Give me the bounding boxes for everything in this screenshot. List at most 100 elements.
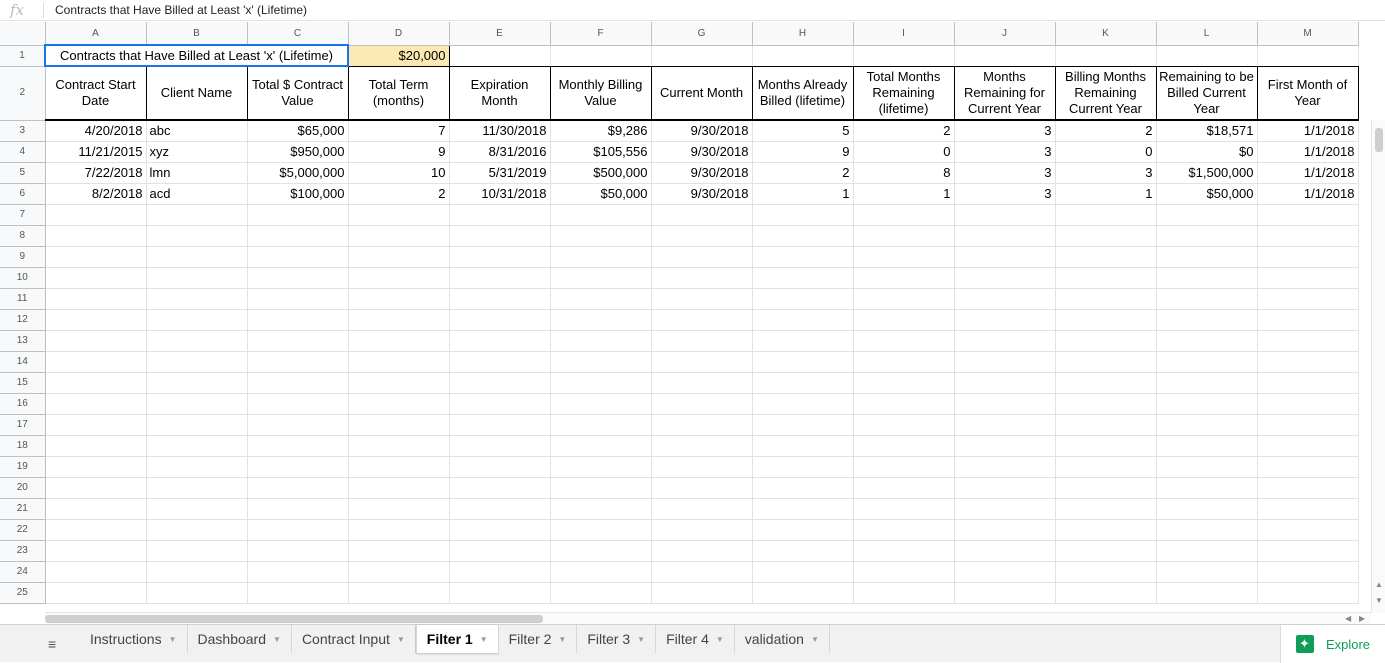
- row-header-12[interactable]: 12: [0, 309, 46, 331]
- empty-cell[interactable]: [1055, 498, 1157, 520]
- empty-cell[interactable]: [853, 45, 955, 67]
- caret-down-icon[interactable]: ▼: [716, 635, 724, 644]
- empty-cell[interactable]: [550, 477, 652, 499]
- empty-cell[interactable]: [1055, 582, 1157, 604]
- data-cell-d[interactable]: 7: [348, 120, 450, 142]
- empty-cell[interactable]: [550, 204, 652, 226]
- data-cell-e[interactable]: 11/30/2018: [449, 120, 551, 142]
- data-cell-l[interactable]: $50,000: [1156, 183, 1258, 205]
- data-cell-m[interactable]: 1/1/2018: [1257, 120, 1359, 142]
- empty-cell[interactable]: [146, 498, 248, 520]
- empty-cell[interactable]: [853, 225, 955, 247]
- row-header-14[interactable]: 14: [0, 351, 46, 373]
- empty-cell[interactable]: [247, 393, 349, 415]
- empty-cell[interactable]: [1156, 351, 1258, 373]
- empty-cell[interactable]: [651, 372, 753, 394]
- column-header-b[interactable]: B: [146, 22, 248, 46]
- empty-cell[interactable]: [1257, 519, 1359, 541]
- empty-cell[interactable]: [247, 456, 349, 478]
- row-header-16[interactable]: 16: [0, 393, 46, 415]
- empty-cell[interactable]: [853, 309, 955, 331]
- data-cell-f[interactable]: $105,556: [550, 141, 652, 163]
- data-cell-m[interactable]: 1/1/2018: [1257, 141, 1359, 163]
- empty-cell[interactable]: [449, 267, 551, 289]
- report-title-cell[interactable]: Contracts that Have Billed at Least 'x' …: [44, 44, 349, 67]
- empty-cell[interactable]: [550, 267, 652, 289]
- empty-cell[interactable]: [550, 456, 652, 478]
- empty-cell[interactable]: [348, 372, 450, 394]
- column-header-e[interactable]: E: [449, 22, 551, 46]
- data-cell-a[interactable]: 8/2/2018: [45, 183, 147, 205]
- empty-cell[interactable]: [1055, 246, 1157, 268]
- column-header-d[interactable]: D: [348, 22, 450, 46]
- data-cell-j[interactable]: 3: [954, 183, 1056, 205]
- row-header-18[interactable]: 18: [0, 435, 46, 457]
- row-header-21[interactable]: 21: [0, 498, 46, 520]
- row-header-9[interactable]: 9: [0, 246, 46, 268]
- empty-cell[interactable]: [1156, 519, 1258, 541]
- empty-cell[interactable]: [1257, 414, 1359, 436]
- data-cell-b[interactable]: lmn: [146, 162, 248, 184]
- empty-cell[interactable]: [1257, 330, 1359, 352]
- empty-cell[interactable]: [1257, 204, 1359, 226]
- row-header-3[interactable]: 3: [0, 120, 46, 142]
- empty-cell[interactable]: [651, 456, 753, 478]
- data-cell-g[interactable]: 9/30/2018: [651, 183, 753, 205]
- empty-cell[interactable]: [146, 456, 248, 478]
- header-cell-k[interactable]: Billing Months Remaining Current Year: [1055, 65, 1157, 121]
- empty-cell[interactable]: [1257, 372, 1359, 394]
- data-cell-h[interactable]: 1: [752, 183, 854, 205]
- data-cell-j[interactable]: 3: [954, 162, 1056, 184]
- data-cell-e[interactable]: 10/31/2018: [449, 183, 551, 205]
- explore-button[interactable]: Explore: [1280, 625, 1385, 663]
- scroll-left-icon[interactable]: ◀: [1345, 614, 1351, 623]
- data-cell-a[interactable]: 4/20/2018: [45, 120, 147, 142]
- empty-cell[interactable]: [752, 204, 854, 226]
- empty-cell[interactable]: [348, 519, 450, 541]
- empty-cell[interactable]: [1156, 330, 1258, 352]
- header-cell-e[interactable]: Expiration Month: [449, 65, 551, 121]
- empty-cell[interactable]: [449, 540, 551, 562]
- column-header-j[interactable]: J: [954, 22, 1056, 46]
- empty-cell[interactable]: [651, 288, 753, 310]
- empty-cell[interactable]: [247, 582, 349, 604]
- empty-cell[interactable]: [853, 330, 955, 352]
- empty-cell[interactable]: [348, 309, 450, 331]
- empty-cell[interactable]: [1257, 225, 1359, 247]
- sheet-tab-filter-4[interactable]: Filter 4 ▼: [656, 625, 735, 653]
- empty-cell[interactable]: [449, 288, 551, 310]
- column-header-g[interactable]: G: [651, 22, 753, 46]
- empty-cell[interactable]: [1257, 582, 1359, 604]
- empty-cell[interactable]: [348, 288, 450, 310]
- empty-cell[interactable]: [449, 309, 551, 331]
- vertical-scrollbar[interactable]: ▲ ▼: [1371, 120, 1385, 613]
- sheet-tab-validation[interactable]: validation ▼: [734, 625, 830, 653]
- data-cell-d[interactable]: 2: [348, 183, 450, 205]
- empty-cell[interactable]: [752, 435, 854, 457]
- empty-cell[interactable]: [1257, 246, 1359, 268]
- empty-cell[interactable]: [247, 309, 349, 331]
- empty-cell[interactable]: [550, 561, 652, 583]
- empty-cell[interactable]: [45, 288, 147, 310]
- column-header-h[interactable]: H: [752, 22, 854, 46]
- empty-cell[interactable]: [146, 351, 248, 373]
- caret-down-icon[interactable]: ▼: [273, 635, 281, 644]
- header-cell-c[interactable]: Total $ Contract Value: [247, 65, 349, 121]
- data-cell-k[interactable]: 3: [1055, 162, 1157, 184]
- data-cell-g[interactable]: 9/30/2018: [651, 141, 753, 163]
- header-cell-g[interactable]: Current Month: [651, 65, 753, 121]
- header-cell-m[interactable]: First Month of Year: [1257, 65, 1359, 121]
- empty-cell[interactable]: [550, 435, 652, 457]
- empty-cell[interactable]: [146, 540, 248, 562]
- row-header-15[interactable]: 15: [0, 372, 46, 394]
- empty-cell[interactable]: [348, 351, 450, 373]
- empty-cell[interactable]: [550, 414, 652, 436]
- empty-cell[interactable]: [1257, 288, 1359, 310]
- empty-cell[interactable]: [1257, 309, 1359, 331]
- empty-cell[interactable]: [449, 225, 551, 247]
- data-cell-c[interactable]: $5,000,000: [247, 162, 349, 184]
- empty-cell[interactable]: [348, 267, 450, 289]
- data-cell-f[interactable]: $500,000: [550, 162, 652, 184]
- row-header-19[interactable]: 19: [0, 456, 46, 478]
- data-cell-k[interactable]: 2: [1055, 120, 1157, 142]
